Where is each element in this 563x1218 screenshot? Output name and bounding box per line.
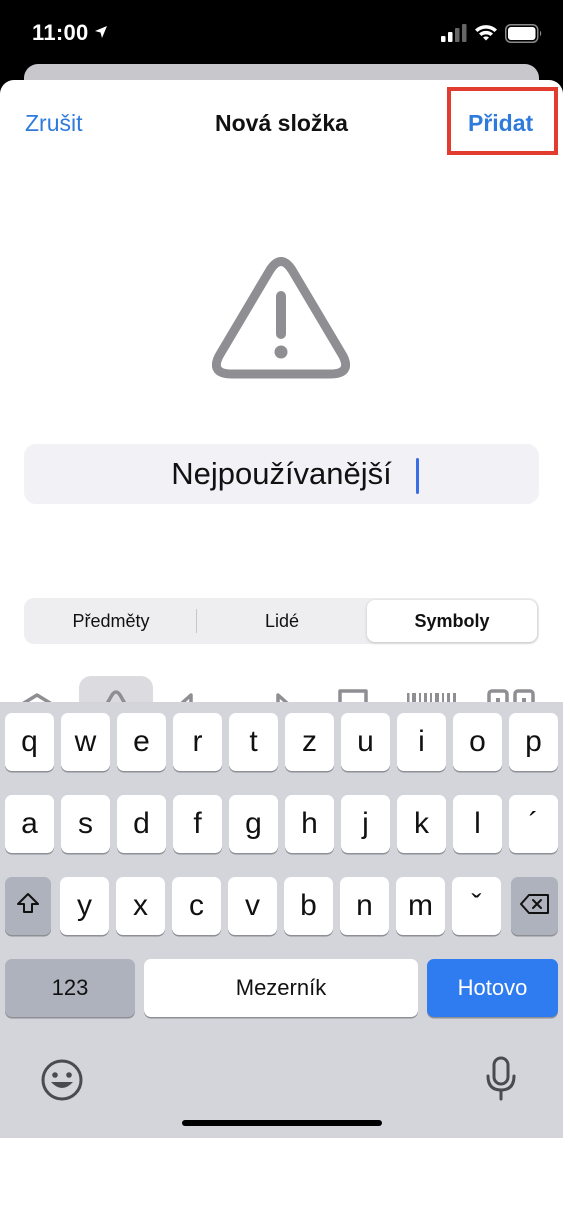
key-y[interactable]: y — [60, 877, 109, 935]
backspace-key[interactable] — [511, 877, 558, 935]
key-w[interactable]: w — [61, 713, 110, 771]
key-t[interactable]: t — [229, 713, 278, 771]
key-k[interactable]: k — [397, 795, 446, 853]
key-d[interactable]: d — [117, 795, 166, 853]
key-i[interactable]: i — [397, 713, 446, 771]
key-q[interactable]: q — [5, 713, 54, 771]
cancel-button[interactable]: Zrušit — [25, 110, 83, 137]
key-z[interactable]: z — [285, 713, 334, 771]
key-f[interactable]: f — [173, 795, 222, 853]
signal-icon — [441, 24, 467, 47]
warning-triangle-icon — [211, 256, 351, 385]
key-n[interactable]: n — [340, 877, 389, 935]
key-c[interactable]: c — [172, 877, 221, 935]
key-g[interactable]: g — [229, 795, 278, 853]
segment-symbols[interactable]: Symboly — [367, 600, 537, 642]
wifi-icon — [474, 23, 498, 46]
shift-icon — [16, 889, 40, 923]
numbers-key[interactable]: 123 — [5, 959, 135, 1017]
key-x[interactable]: x — [116, 877, 165, 935]
emoji-icon[interactable] — [40, 1058, 84, 1107]
segment-objects[interactable]: Předměty — [26, 600, 196, 642]
keyboard: q w e r t z u i o p a s d f g h j k l ´ … — [0, 702, 563, 1138]
key-j[interactable]: j — [341, 795, 390, 853]
key-caron[interactable]: ˇ — [452, 877, 501, 935]
key-m[interactable]: m — [396, 877, 445, 935]
key-e[interactable]: e — [117, 713, 166, 771]
text-caret — [416, 458, 419, 494]
key-a[interactable]: a — [5, 795, 54, 853]
key-r[interactable]: r — [173, 713, 222, 771]
key-v[interactable]: v — [228, 877, 277, 935]
status-bar: 11:00 — [0, 0, 563, 66]
key-o[interactable]: o — [453, 713, 502, 771]
category-segmented-control[interactable]: Předměty Lidé Symboly — [24, 598, 539, 644]
segment-people[interactable]: Lidé — [197, 600, 367, 642]
folder-name-field[interactable] — [24, 444, 539, 504]
key-u[interactable]: u — [341, 713, 390, 771]
home-indicator[interactable] — [182, 1120, 382, 1126]
status-time: 11:00 — [32, 20, 89, 45]
location-arrow-icon — [94, 25, 108, 44]
key-h[interactable]: h — [285, 795, 334, 853]
space-key[interactable]: Mezerník — [144, 959, 418, 1017]
key-acute[interactable]: ´ — [509, 795, 558, 853]
folder-name-input[interactable] — [24, 456, 539, 492]
highlight-annotation — [447, 87, 558, 155]
key-p[interactable]: p — [509, 713, 558, 771]
battery-icon — [505, 24, 543, 48]
key-l[interactable]: l — [453, 795, 502, 853]
key-s[interactable]: s — [61, 795, 110, 853]
done-key[interactable]: Hotovo — [427, 959, 558, 1017]
shift-key[interactable] — [5, 877, 51, 935]
backspace-icon — [519, 889, 550, 923]
microphone-icon[interactable] — [484, 1056, 518, 1107]
key-b[interactable]: b — [284, 877, 333, 935]
